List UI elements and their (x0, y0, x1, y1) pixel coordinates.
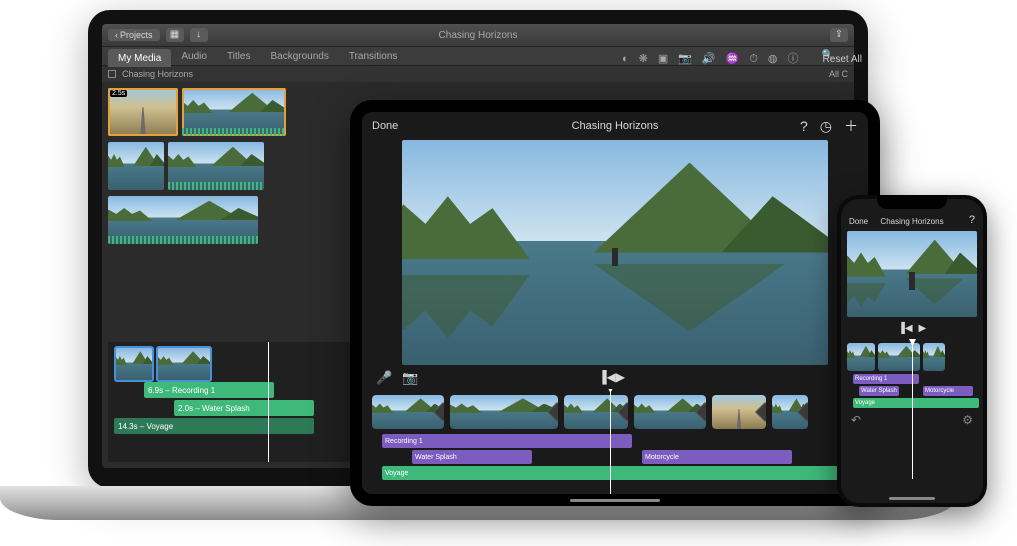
tab-audio[interactable]: Audio (171, 47, 217, 65)
reset-all-button[interactable]: Reset All (823, 54, 854, 65)
timeline-clip[interactable] (847, 343, 875, 371)
timeline-clip[interactable] (564, 395, 628, 429)
playhead[interactable] (912, 339, 913, 479)
library-name: Chasing Horizons (122, 69, 193, 79)
import-icon: ↓ (196, 30, 201, 40)
ipad-device: Done Chasing Horizons ? ◷ ＋ 🎤 📷 ▐◀▶ Recordi… (350, 100, 880, 506)
imovie-iphone-window: Done Chasing Horizons ? ▐◀ ▶ Recording 1W… (841, 199, 983, 503)
back-icon: ‹ (115, 31, 118, 40)
media-clip[interactable] (182, 88, 286, 136)
layout-button[interactable]: ▦ (166, 28, 184, 42)
audio-clip[interactable]: Voyage (853, 398, 979, 408)
timeline-clip[interactable] (878, 343, 920, 371)
clip-waveform (168, 182, 264, 190)
audio-clip[interactable]: Recording 1 (382, 434, 632, 448)
color-icon[interactable]: ❋ (639, 54, 648, 65)
plus-icon[interactable]: ＋ (844, 119, 858, 133)
timer-icon[interactable]: ◷ (820, 119, 832, 133)
tab-titles[interactable]: Titles (217, 47, 261, 65)
tab-my media[interactable]: My Media (108, 49, 171, 67)
audio-clip[interactable]: Water Splash (412, 450, 532, 464)
library-subbar: Chasing Horizons All C (102, 66, 854, 82)
media-clip[interactable]: 2.5s (108, 88, 178, 136)
timeline-clip[interactable] (450, 395, 558, 429)
ipad-timeline[interactable]: Recording 1 Water Splash Motorcycle Voyage (362, 389, 868, 494)
undo-icon[interactable]: ↶ (851, 414, 861, 426)
share-icon: ⇪ (835, 30, 843, 40)
iphone-timeline[interactable]: Recording 1Water SplashMotorcycleVoyage … (841, 339, 983, 503)
audio-clip[interactable]: Motorcycle (642, 450, 792, 464)
favorite-toggle[interactable] (108, 70, 116, 78)
play-icon[interactable]: ▶ (616, 371, 625, 383)
audio-clip[interactable]: 2.0s – Water Splash (174, 400, 314, 416)
iphone-viewer[interactable] (847, 231, 977, 317)
audio-clip[interactable]: Voyage (382, 466, 862, 480)
ipad-title: Chasing Horizons (572, 120, 659, 132)
play-icon[interactable]: ▶ (919, 324, 927, 334)
playhead[interactable] (268, 342, 269, 462)
tab-transitions[interactable]: Transitions (339, 47, 408, 65)
timeline-clip[interactable] (156, 346, 212, 382)
person-in-frame (612, 248, 618, 266)
audio-clip[interactable]: 6.9s – Recording 1 (144, 382, 274, 398)
done-button[interactable]: Done (372, 120, 398, 132)
iphone-device: Done Chasing Horizons ? ▐◀ ▶ Recording 1W… (837, 195, 987, 507)
iphone-playbar: ▐◀ ▶ (841, 319, 983, 339)
media-clip[interactable] (108, 196, 258, 244)
timeline-clip[interactable] (114, 346, 154, 382)
import-button[interactable]: ↓ (190, 28, 208, 42)
clip-waveform (108, 236, 258, 244)
help-icon[interactable]: ? (969, 215, 975, 226)
crop-icon[interactable]: ▣ (658, 54, 668, 65)
timeline-clip[interactable] (923, 343, 945, 371)
layout-icon: ▦ (170, 30, 179, 40)
projects-back-label: Projects (120, 30, 153, 40)
info-icon[interactable]: ⓘ (788, 54, 799, 65)
ipad-titlebar: Done Chasing Horizons ? ◷ ＋ (362, 112, 868, 140)
iphone-title: Chasing Horizons (880, 217, 943, 226)
ipad-playbar: 🎤 📷 ▐◀▶ (362, 365, 868, 389)
timeline-clip[interactable] (634, 395, 706, 429)
help-icon[interactable]: ? (800, 119, 808, 133)
balance-icon[interactable]: ◐ (622, 54, 629, 65)
phone-notch (877, 195, 947, 209)
projects-back-button[interactable]: ‹ Projects (108, 29, 160, 41)
playhead[interactable] (610, 389, 611, 494)
selection-marquee (108, 88, 178, 136)
timeline-clip[interactable] (372, 395, 444, 429)
done-button[interactable]: Done (849, 217, 868, 226)
eq-icon[interactable]: ♒ (726, 54, 740, 65)
settings-icon[interactable]: ⚙ (962, 414, 973, 426)
audio-clip[interactable]: 14.3s – Voyage (114, 418, 314, 434)
ipad-viewer[interactable] (402, 140, 828, 365)
camera-icon[interactable]: 📷 (402, 371, 418, 384)
media-clip[interactable] (108, 142, 164, 190)
volume-icon[interactable]: 🔊 (702, 54, 716, 65)
speed-icon[interactable]: ⏱ (749, 54, 758, 65)
camera-icon[interactable]: 📷 (678, 54, 692, 65)
prev-icon[interactable]: ▐◀ (598, 371, 616, 383)
imovie-ipad-window: Done Chasing Horizons ? ◷ ＋ 🎤 📷 ▐◀▶ Recordi… (362, 112, 868, 494)
share-button[interactable]: ⇪ (830, 28, 848, 42)
timeline-clip[interactable] (712, 395, 766, 429)
tab-backgrounds[interactable]: Backgrounds (260, 47, 338, 65)
adjustments-toolbar: ◐ ❋ ▣ 📷 🔊 ♒ ⏱ ◍ ⓘ Reset All (622, 54, 854, 65)
effects-icon[interactable]: ◍ (768, 54, 778, 65)
home-indicator[interactable] (889, 497, 935, 500)
clip-waveform (182, 128, 286, 136)
timeline-clip[interactable] (772, 395, 808, 429)
prev-icon[interactable]: ▐◀ (898, 324, 913, 334)
window-titlebar: ‹ Projects ▦ ↓ Chasing Horizons ⇪ (102, 24, 854, 46)
clip-filter-dropdown[interactable]: All C (829, 69, 848, 79)
window-title: Chasing Horizons (439, 30, 518, 41)
media-clip[interactable] (168, 142, 264, 190)
mic-icon[interactable]: 🎤 (376, 371, 392, 384)
